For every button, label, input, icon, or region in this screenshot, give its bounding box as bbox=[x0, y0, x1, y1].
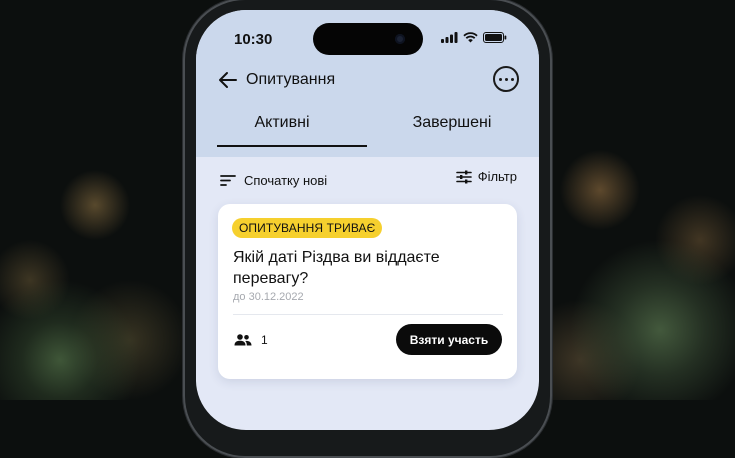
poll-card[interactable]: ОПИТУВАННЯ ТРИВАЄ Якій даті Різдва ви ві… bbox=[218, 204, 517, 379]
more-icon[interactable] bbox=[493, 66, 519, 92]
participants-count: 1 bbox=[261, 333, 268, 347]
active-tab-indicator bbox=[217, 145, 367, 147]
filter-icon bbox=[455, 170, 472, 183]
arrow-left-icon[interactable] bbox=[216, 68, 240, 92]
signal-icon bbox=[441, 32, 458, 43]
status-time: 10:30 bbox=[234, 31, 273, 48]
wifi-icon bbox=[463, 32, 478, 43]
sort-label: Спочатку нові bbox=[244, 173, 328, 188]
join-button[interactable]: Взяти участь bbox=[396, 324, 502, 355]
page-title: Опитування bbox=[246, 71, 336, 88]
status-icons bbox=[441, 32, 507, 43]
sort-icon bbox=[220, 175, 236, 186]
filter-button[interactable]: Фільтр bbox=[455, 169, 517, 184]
users-icon bbox=[234, 334, 252, 346]
divider bbox=[233, 314, 503, 315]
tab-active[interactable]: Активні bbox=[196, 114, 368, 132]
poll-deadline: до 30.12.2022 bbox=[233, 291, 304, 303]
tab-completed[interactable]: Завершені bbox=[366, 114, 538, 132]
camera-icon bbox=[395, 34, 405, 44]
participants: 1 bbox=[234, 333, 268, 347]
phone-screen: 10:30 Опитування Активні Завершені Споча… bbox=[196, 10, 539, 430]
battery-icon bbox=[483, 32, 507, 43]
filter-label: Фільтр bbox=[477, 169, 517, 184]
dynamic-island bbox=[313, 23, 423, 55]
status-badge: ОПИТУВАННЯ ТРИВАЄ bbox=[232, 218, 383, 238]
sort-button[interactable]: Спочатку нові bbox=[220, 173, 327, 188]
poll-question: Якій даті Різдва ви віддаєте перевагу? bbox=[233, 249, 440, 287]
